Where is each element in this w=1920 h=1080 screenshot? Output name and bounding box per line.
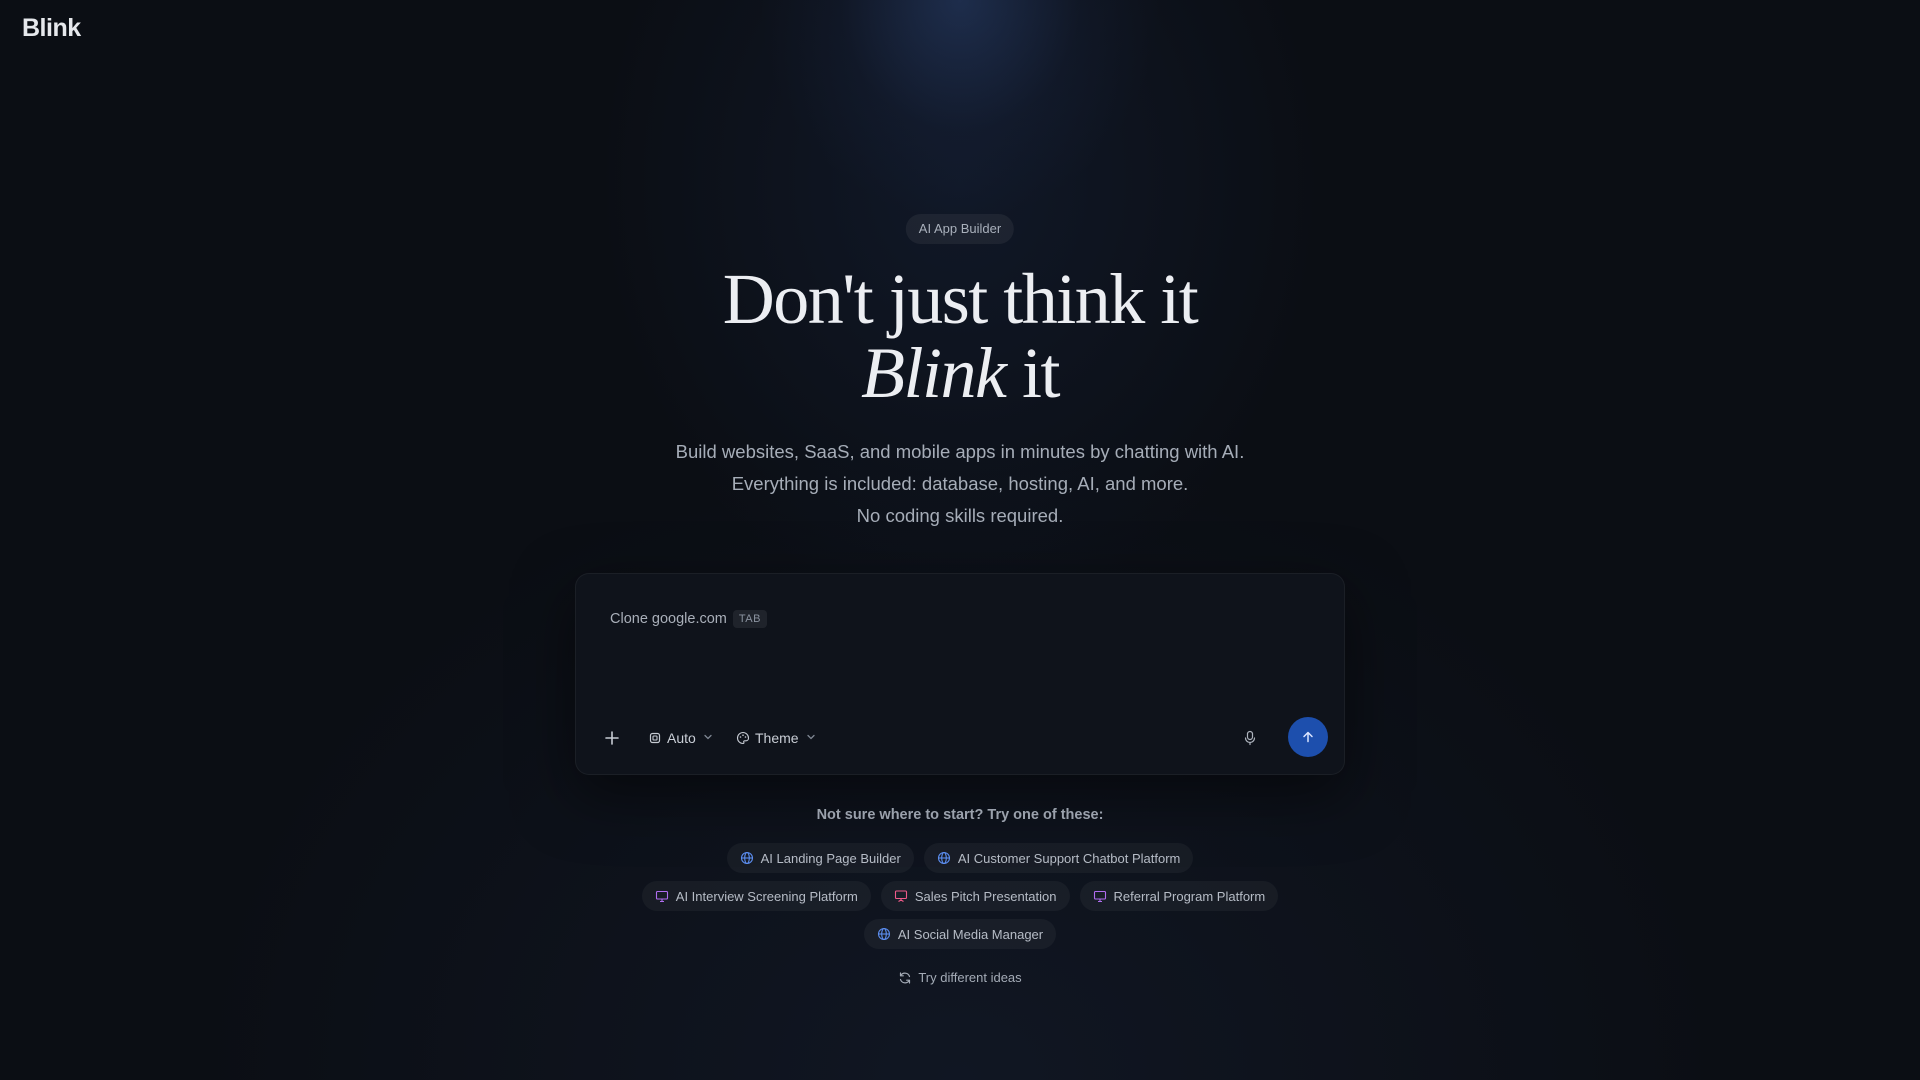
suggestion-chip[interactable]: AI Interview Screening Platform (641, 881, 871, 911)
attach-button[interactable] (596, 722, 628, 754)
monitor-icon (655, 889, 669, 903)
globe-icon (877, 927, 891, 941)
prompt-composer[interactable]: Clone google.com TAB Auto Theme (575, 573, 1345, 775)
headline-line-1: Don't just think it (722, 259, 1199, 339)
background-glow (0, 0, 1920, 1080)
logo[interactable]: Blink (22, 14, 81, 43)
theme-select-label: Theme (755, 730, 799, 746)
subtitle-line: No coding skills required. (856, 505, 1064, 526)
composer-toolbar: Auto Theme (576, 702, 1344, 774)
suggestions-title: Not sure where to start? Try one of thes… (816, 807, 1104, 823)
cpu-icon (648, 731, 662, 745)
headline-line-2: Blink it (0, 336, 1920, 410)
suggestion-row: AI Interview Screening Platform Sales Pi… (0, 881, 1920, 911)
suggestion-label: AI Customer Support Chatbot Platform (957, 850, 1181, 866)
voice-input-button[interactable] (1234, 722, 1266, 754)
try-different-ideas-label: Try different ideas (918, 970, 1022, 985)
plus-icon (604, 730, 620, 746)
prompt-input[interactable]: Clone google.com TAB (610, 610, 767, 628)
theme-select[interactable]: Theme (732, 722, 820, 754)
subtitle-line: Everything is included: database, hostin… (731, 473, 1189, 494)
suggestion-chip[interactable]: AI Customer Support Chatbot Platform (923, 843, 1194, 873)
microphone-icon (1243, 730, 1257, 746)
chevron-down-icon (703, 732, 713, 745)
suggestion-chip[interactable]: AI Landing Page Builder (726, 843, 914, 873)
suggestion-label: Sales Pitch Presentation (914, 888, 1057, 904)
suggestion-chip[interactable]: Referral Program Platform (1079, 881, 1279, 911)
hero-subtitle: Build websites, SaaS, and mobile apps in… (0, 436, 1920, 532)
presentation-icon (894, 889, 908, 903)
suggestion-label: AI Interview Screening Platform (675, 888, 858, 904)
model-select[interactable]: Auto (644, 722, 717, 754)
send-button[interactable] (1288, 717, 1328, 757)
refresh-icon (898, 971, 912, 985)
globe-icon (740, 851, 754, 865)
suggestion-row: AI Landing Page Builder AI Customer Supp… (0, 843, 1920, 873)
globe-icon (937, 851, 951, 865)
suggestion-chip[interactable]: Sales Pitch Presentation (880, 881, 1070, 911)
suggestion-label: Referral Program Platform (1113, 888, 1266, 904)
prompt-placeholder: Clone google.com (610, 611, 727, 627)
suggestion-label: AI Landing Page Builder (760, 850, 901, 866)
hero-badge: AI App Builder (905, 214, 1015, 244)
subtitle-line: Build websites, SaaS, and mobile apps in… (675, 441, 1245, 462)
chevron-down-icon (806, 732, 816, 745)
suggestion-chip[interactable]: AI Social Media Manager (863, 919, 1057, 949)
arrow-up-icon (1301, 730, 1315, 744)
palette-icon (736, 731, 750, 745)
tab-key-hint: TAB (732, 610, 767, 628)
monitor-icon (1093, 889, 1107, 903)
headline-brand-word: Blink (861, 333, 1007, 413)
headline-line-2-rest: it (1005, 333, 1061, 413)
suggestion-label: AI Social Media Manager (897, 926, 1044, 942)
model-select-label: Auto (667, 730, 696, 746)
suggestion-row: AI Social Media Manager (0, 919, 1920, 949)
try-different-ideas-button[interactable]: Try different ideas (0, 970, 1920, 985)
page-title: Don't just think it Blink it (0, 262, 1920, 410)
